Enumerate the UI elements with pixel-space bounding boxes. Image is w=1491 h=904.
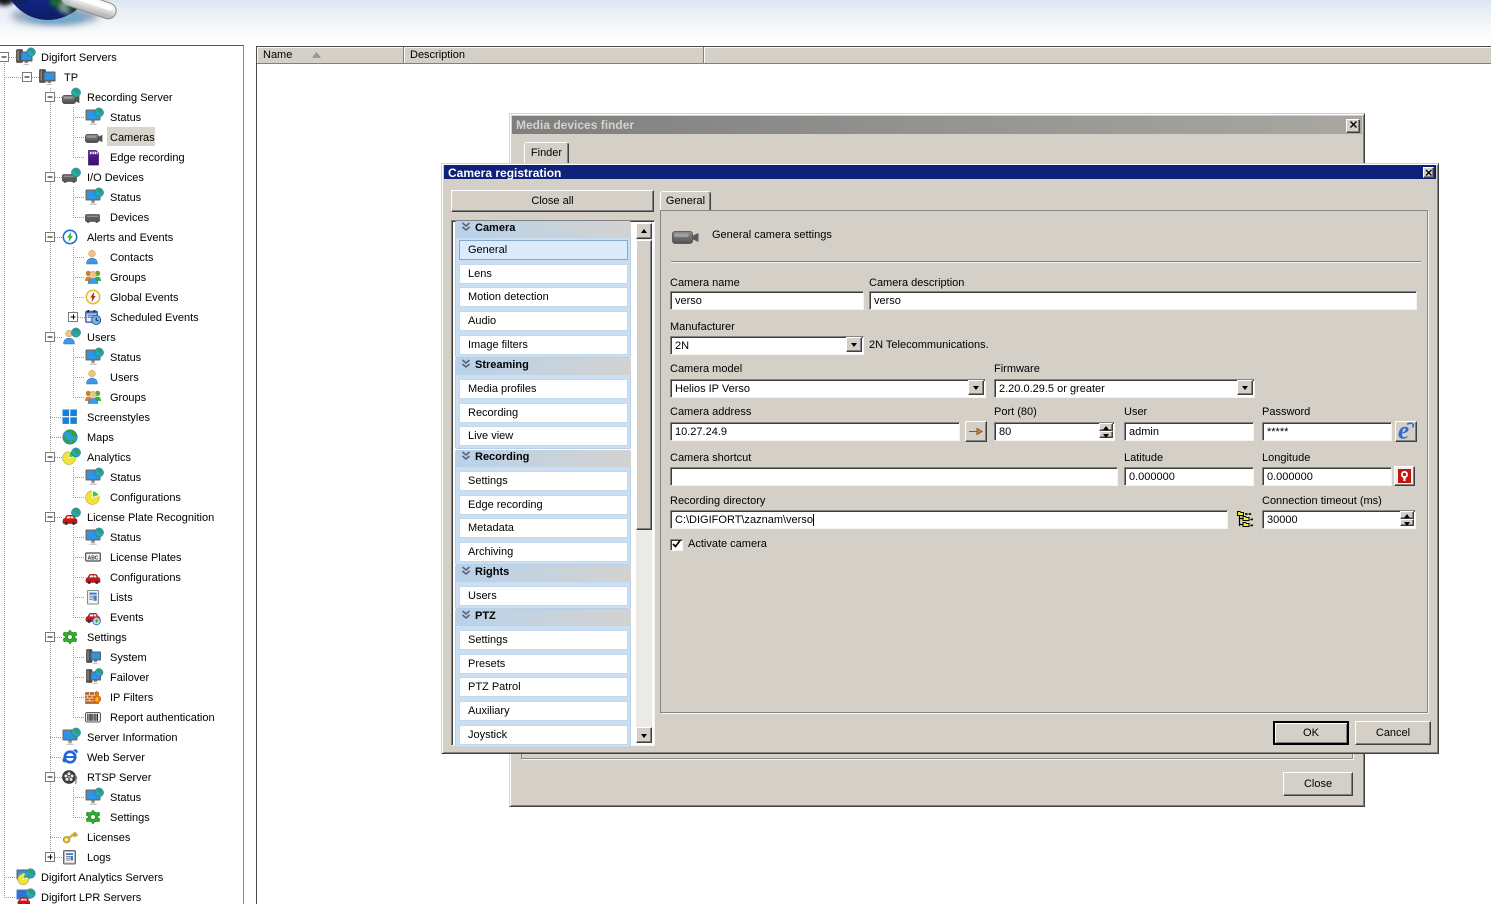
svg-text:Failover: Failover — [110, 672, 149, 684]
svg-text:Digifort LPR Servers: Digifort LPR Servers — [41, 892, 142, 904]
svg-text:Settings: Settings — [110, 812, 150, 824]
svg-text:Status: Status — [110, 792, 142, 804]
svg-text:System: System — [110, 652, 147, 664]
svg-text:Report authentication: Report authentication — [110, 712, 215, 724]
svg-text:RTSP Server: RTSP Server — [87, 772, 152, 784]
svg-text:ABC: ABC — [88, 555, 99, 561]
svg-text:License Plates: License Plates — [110, 552, 182, 564]
svg-text:Digifort Analytics Servers: Digifort Analytics Servers — [41, 872, 164, 884]
svg-text:Status: Status — [110, 532, 142, 544]
svg-text:Configurations: Configurations — [110, 572, 181, 584]
svg-text:Licenses: Licenses — [87, 832, 131, 844]
svg-text:Server Information: Server Information — [87, 732, 177, 744]
svg-text:Web Server: Web Server — [87, 752, 145, 764]
svg-text:Logs: Logs — [87, 852, 111, 864]
svg-text:Settings: Settings — [87, 632, 127, 644]
svg-text:IP Filters: IP Filters — [110, 692, 154, 704]
svg-text:Events: Events — [110, 612, 144, 624]
svg-text:Lists: Lists — [110, 592, 133, 604]
